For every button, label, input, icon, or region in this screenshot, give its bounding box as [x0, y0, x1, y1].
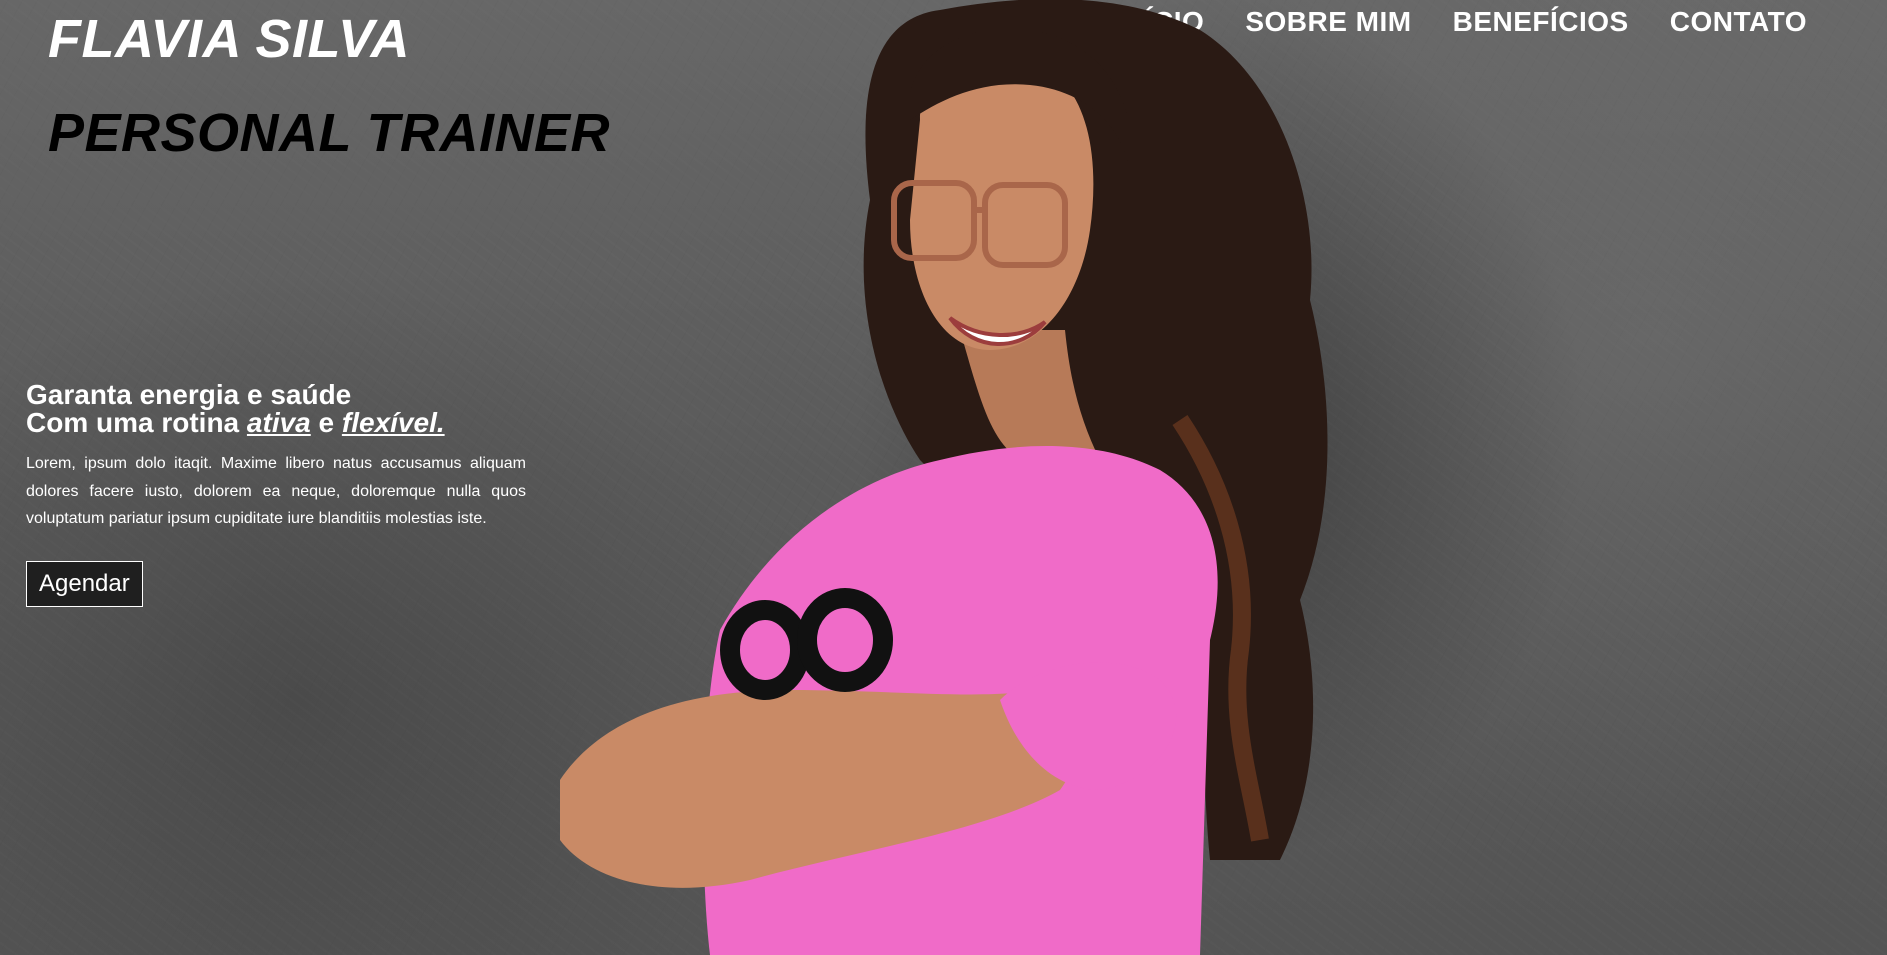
headline-line1: Garanta energia e saúde — [26, 379, 352, 410]
headline-word-flexivel: flexível. — [341, 407, 445, 438]
brand-name: FLAVIA SILVA — [48, 9, 411, 69]
trainer-portrait — [560, 0, 1328, 955]
nav-beneficios[interactable]: BENEFÍCIOS — [1453, 2, 1629, 41]
hero-headline: Garanta energia e saúde Com uma rotina a… — [26, 381, 526, 437]
headline-and: e — [310, 407, 342, 438]
brand-role: PERSONAL TRAINER — [48, 103, 611, 163]
nav-contato[interactable]: CONTATO — [1670, 2, 1807, 41]
headline-word-ativa: ativa — [246, 407, 311, 438]
headline-prefix: Com uma rotina — [26, 407, 247, 438]
brand-logo[interactable]: FLAVIA SILVA PERSONAL TRAINER — [48, 12, 610, 160]
hero-section: Garanta energia e saúde Com uma rotina a… — [26, 381, 526, 607]
agendar-button[interactable]: Agendar — [26, 560, 143, 607]
hero-body-text: Lorem, ipsum dolo itaqit. Maxime libero … — [26, 455, 526, 527]
